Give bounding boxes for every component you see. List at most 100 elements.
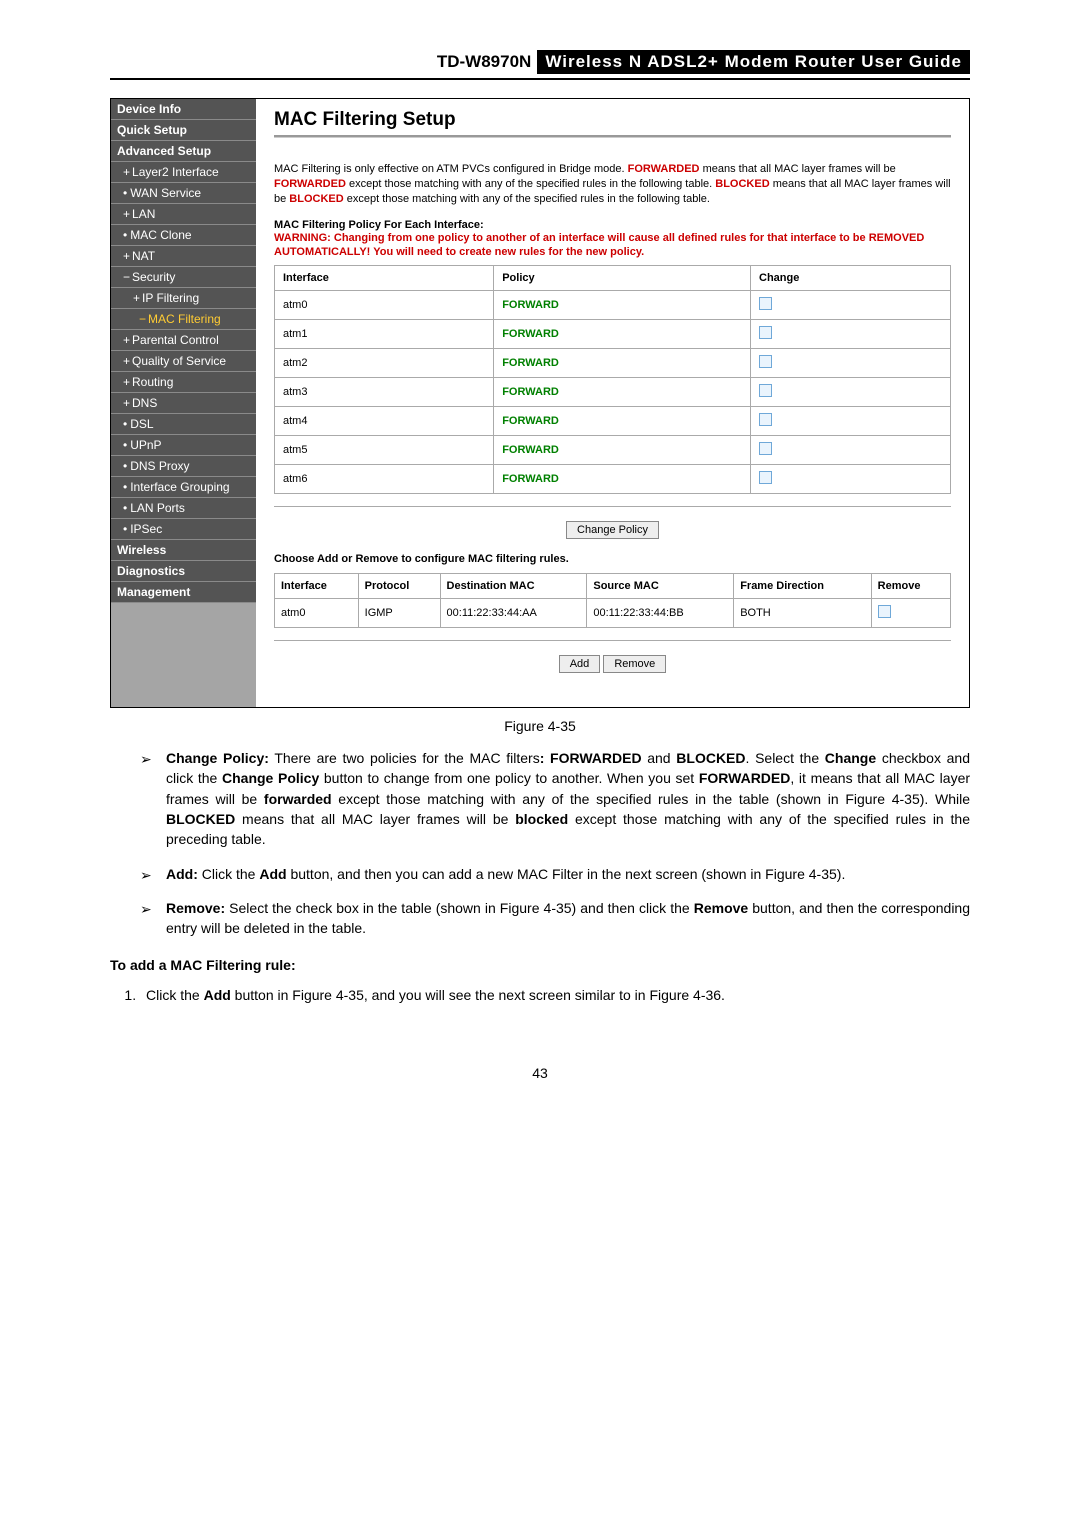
plus-icon [123, 207, 132, 221]
sidebar-item[interactable]: Interface Grouping [111, 477, 256, 498]
rules-table: Interface Protocol Destination MAC Sourc… [274, 573, 951, 628]
cell-policy: FORWARD [494, 465, 751, 494]
doc-header: TD-W8970N Wireless N ADSL2+ Modem Router… [110, 50, 970, 74]
change-checkbox[interactable] [759, 297, 772, 310]
step-1: Click the Add button in Figure 4-35, and… [140, 985, 970, 1005]
cell-change [751, 436, 951, 465]
minus-icon [123, 270, 132, 284]
change-checkbox[interactable] [759, 355, 772, 368]
sidebar-item[interactable]: Security [111, 267, 256, 288]
sidebar-item[interactable]: MAC Clone [111, 225, 256, 246]
sidebar-item[interactable]: LAN Ports [111, 498, 256, 519]
info-text: MAC Filtering is only effective on ATM P… [274, 162, 951, 207]
sidebar-item-label: UPnP [130, 438, 161, 452]
cell-interface: atm4 [275, 407, 494, 436]
cell-interface: atm5 [275, 436, 494, 465]
plus-icon [133, 291, 142, 305]
table-row: atm4FORWARD [275, 407, 951, 436]
table-row: atm0IGMP00:11:22:33:44:AA00:11:22:33:44:… [275, 599, 951, 628]
plus-icon [123, 333, 132, 347]
sidebar-item-label: Quality of Service [132, 354, 226, 368]
sidebar-item[interactable]: DNS [111, 393, 256, 414]
sidebar-item-label: Wireless [117, 543, 166, 557]
ordered-steps: Click the Add button in Figure 4-35, and… [140, 985, 970, 1005]
figure-caption: Figure 4-35 [110, 718, 970, 734]
header-title: Wireless N ADSL2+ Modem Router User Guid… [537, 50, 970, 74]
col-change: Change [751, 266, 951, 291]
sidebar-item[interactable]: Layer2 Interface [111, 162, 256, 183]
change-checkbox[interactable] [759, 326, 772, 339]
sidebar-item[interactable]: WAN Service [111, 183, 256, 204]
sidebar-item[interactable]: DSL [111, 414, 256, 435]
cell-change [751, 465, 951, 494]
sidebar-item-label: IPSec [130, 522, 162, 536]
sidebar-item[interactable]: UPnP [111, 435, 256, 456]
sidebar-item-label: Management [117, 585, 190, 599]
cell-interface: atm6 [275, 465, 494, 494]
sidebar-item-label: Security [132, 270, 175, 284]
cell-policy: FORWARD [494, 378, 751, 407]
sidebar-item-label: DNS Proxy [130, 459, 189, 473]
minus-icon [139, 312, 148, 326]
table-row: atm2FORWARD [275, 349, 951, 378]
plus-icon [123, 249, 132, 263]
sidebar-item[interactable]: Routing [111, 372, 256, 393]
policy-table: Interface Policy Change atm0FORWARDatm1F… [274, 265, 951, 494]
sidebar-item-label: Routing [132, 375, 173, 389]
sidebar-item[interactable]: DNS Proxy [111, 456, 256, 477]
sidebar-item-label: MAC Filtering [148, 312, 221, 326]
sidebar-item[interactable]: Quality of Service [111, 351, 256, 372]
title-underline [274, 135, 951, 138]
cell-interface: atm1 [275, 320, 494, 349]
sidebar-item[interactable]: MAC Filtering [111, 309, 256, 330]
col-policy: Policy [494, 266, 751, 291]
change-checkbox[interactable] [759, 471, 772, 484]
bullet-change-policy: ➢ Change Policy: There are two policies … [140, 748, 970, 849]
sidebar-item-label: MAC Clone [130, 228, 191, 242]
plus-icon [123, 165, 132, 179]
doc-bullet-list: ➢ Change Policy: There are two policies … [140, 748, 970, 938]
sidebar-item[interactable]: Parental Control [111, 330, 256, 351]
sidebar-item[interactable]: Quick Setup [111, 120, 256, 141]
bullet-remove: ➢ Remove: Select the check box in the ta… [140, 898, 970, 939]
sidebar-item[interactable]: LAN [111, 204, 256, 225]
cell-policy: FORWARD [494, 407, 751, 436]
change-checkbox[interactable] [759, 413, 772, 426]
plus-icon [123, 375, 132, 389]
sidebar-item[interactable]: Management [111, 582, 256, 603]
plus-icon [123, 354, 132, 368]
sidebar-item-label: Diagnostics [117, 564, 185, 578]
sidebar-item[interactable]: Advanced Setup [111, 141, 256, 162]
warning-text: WARNING: Changing from one policy to ano… [274, 231, 951, 260]
table-row: atm1FORWARD [275, 320, 951, 349]
divider-2 [274, 640, 951, 641]
sidebar-item-label: Device Info [117, 102, 181, 116]
add-button[interactable]: Add [559, 655, 601, 673]
cell-change [751, 349, 951, 378]
change-checkbox[interactable] [759, 384, 772, 397]
remove-checkbox[interactable] [878, 605, 891, 618]
divider [274, 506, 951, 507]
main-pane: MAC Filtering Setup MAC Filtering is onl… [256, 99, 969, 707]
table-row: atm5FORWARD [275, 436, 951, 465]
sidebar-item[interactable]: NAT [111, 246, 256, 267]
choose-text: Choose Add or Remove to configure MAC fi… [274, 553, 951, 565]
bullet-add: ➢ Add: Click the Add button, and then yo… [140, 864, 970, 884]
cell-change [751, 407, 951, 436]
change-checkbox[interactable] [759, 442, 772, 455]
sidebar-item[interactable]: Diagnostics [111, 561, 256, 582]
sidebar-item-label: DNS [132, 396, 157, 410]
sidebar: Device Info Quick SetupAdvanced Setup Laye… [111, 99, 256, 707]
sidebar-item-label: Layer2 Interface [132, 165, 219, 179]
cell-change [751, 291, 951, 320]
change-policy-button[interactable]: Change Policy [566, 521, 659, 539]
sidebar-item[interactable]: IP Filtering [111, 288, 256, 309]
page-title: MAC Filtering Setup [274, 109, 951, 131]
remove-button[interactable]: Remove [603, 655, 666, 673]
cell-interface: atm0 [275, 291, 494, 320]
sidebar-item[interactable]: IPSec [111, 519, 256, 540]
sidebar-item[interactable]: Device Info [111, 99, 256, 120]
section-heading: To add a MAC Filtering rule: [110, 957, 970, 973]
sidebar-item[interactable]: Wireless [111, 540, 256, 561]
sidebar-item-label: Interface Grouping [130, 480, 229, 494]
